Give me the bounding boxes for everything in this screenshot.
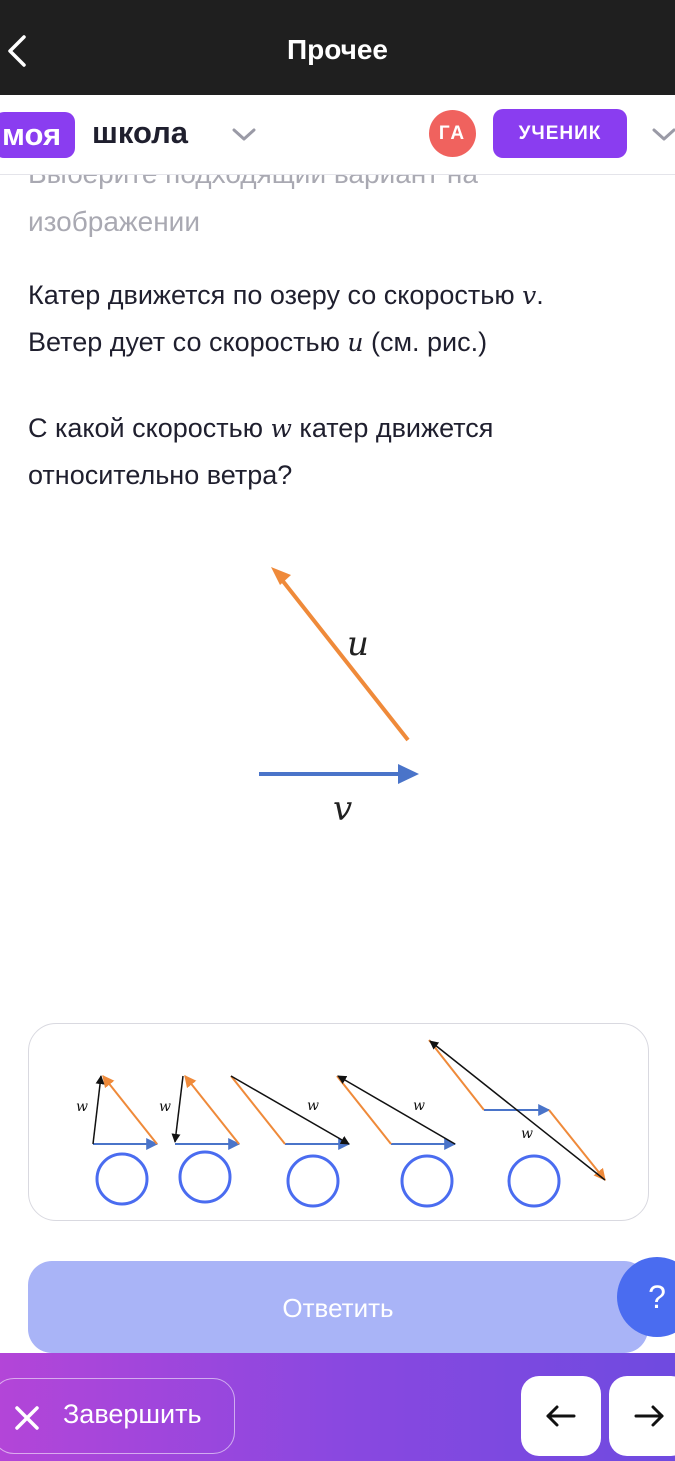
vector-v-label: v bbox=[333, 789, 352, 829]
logo-shkola[interactable]: школа bbox=[92, 115, 188, 151]
chevron-down-icon[interactable] bbox=[651, 127, 675, 143]
top-bar: Прочее bbox=[0, 0, 675, 95]
finish-button-label: Завершить bbox=[63, 1399, 202, 1429]
option-4-w-label: w bbox=[413, 1098, 425, 1114]
vector-figure: u v bbox=[259, 567, 419, 829]
option-4-radio[interactable] bbox=[400, 1154, 454, 1208]
variable-u: u bbox=[347, 328, 364, 357]
text-segment: С какой скоростью bbox=[28, 413, 271, 443]
text-segment: Ветер дует со скоростью bbox=[28, 327, 348, 357]
chevron-down-icon[interactable] bbox=[231, 127, 257, 143]
option-3-diagram: w bbox=[230, 1075, 351, 1150]
text-segment: (см. рис.) bbox=[363, 327, 488, 357]
avatar[interactable]: ГА bbox=[429, 110, 476, 157]
close-icon bbox=[15, 1406, 39, 1430]
text-segment: Катер движется по озеру со скоростью bbox=[28, 280, 523, 310]
text-segment: . bbox=[536, 280, 544, 310]
question-line-1: Катер движется по озеру со скоростью v. bbox=[28, 272, 544, 319]
answer-options-card: w w w w w bbox=[28, 1023, 649, 1221]
question-line-2: Ветер дует со скоростью u (см. рис.) bbox=[28, 319, 544, 366]
option-2-radio[interactable] bbox=[178, 1150, 232, 1204]
page-title: Прочее bbox=[286, 34, 389, 65]
vector-u-arrowhead bbox=[271, 567, 291, 585]
finish-button[interactable]: Завершить bbox=[0, 1378, 235, 1454]
option-5-radio[interactable] bbox=[507, 1154, 561, 1208]
arrow-left-icon bbox=[546, 1405, 576, 1427]
question-paragraph-1: Катер движется по озеру со скоростью v. … bbox=[28, 272, 544, 366]
footer-bar: Завершить bbox=[0, 1353, 675, 1461]
question-line-3: С какой скоростью w катер движется bbox=[28, 405, 493, 452]
variable-v: v bbox=[522, 281, 537, 310]
question-paragraph-2: С какой скоростью w катер движется относ… bbox=[28, 405, 493, 498]
option-1-w-label: w bbox=[76, 1099, 88, 1115]
next-button[interactable] bbox=[609, 1376, 675, 1456]
question-line-4: относительно ветра? bbox=[28, 460, 293, 490]
instruction-line-2: изображении bbox=[28, 206, 200, 237]
role-button[interactable]: УЧЕНИК bbox=[493, 109, 627, 158]
answer-options: w w w w w bbox=[76, 1039, 606, 1208]
option-5-w-label: w bbox=[521, 1126, 533, 1142]
previous-button[interactable] bbox=[521, 1376, 601, 1456]
option-5-diagram: w bbox=[428, 1039, 606, 1181]
text-segment: катер движется bbox=[291, 413, 494, 443]
arrow-right-icon bbox=[634, 1405, 664, 1427]
option-2-diagram: w bbox=[159, 1075, 241, 1150]
option-1-radio[interactable] bbox=[95, 1152, 149, 1206]
option-2-w-label: w bbox=[159, 1099, 171, 1115]
option-4-diagram: w bbox=[336, 1075, 457, 1150]
vector-u-arrow bbox=[280, 578, 410, 742]
vector-v-arrowhead bbox=[398, 764, 419, 784]
option-1-diagram: w bbox=[76, 1075, 159, 1150]
option-3-w-label: w bbox=[307, 1098, 319, 1114]
answer-button[interactable]: Ответить bbox=[28, 1261, 648, 1353]
variable-w: w bbox=[270, 414, 292, 443]
logo-moya[interactable]: моя bbox=[0, 112, 76, 158]
option-3-radio[interactable] bbox=[286, 1154, 340, 1208]
vector-u-label: u bbox=[347, 624, 369, 664]
